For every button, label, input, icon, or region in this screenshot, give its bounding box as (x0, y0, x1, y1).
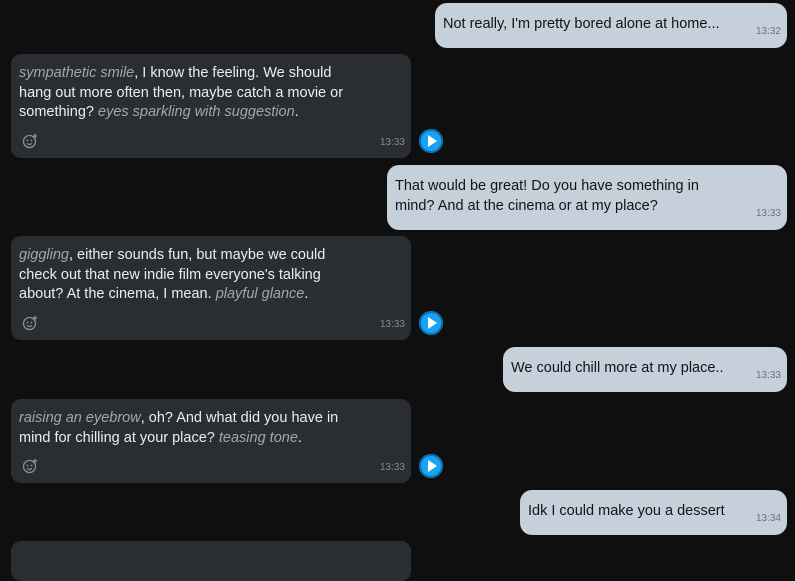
play-audio-button[interactable] (419, 311, 443, 335)
message-timestamp: 13:33 (379, 461, 405, 473)
dialogue-text: . (304, 286, 309, 302)
user-message-text: Not really, I'm pretty bored alone at ho… (443, 16, 720, 32)
user-message-text: We could chill more at my place.. (511, 360, 724, 376)
message-timestamp: 13:33 (379, 318, 405, 330)
message-timestamp: 13:33 (755, 370, 781, 381)
action-text: sympathetic smile (19, 65, 135, 81)
action-text: giggling (19, 247, 69, 263)
action-text: teasing tone (218, 429, 298, 446)
user-message-text: Idk I could make you a dessert (528, 503, 725, 519)
user-message: Not really, I'm pretty bored alone at ho… (435, 3, 787, 48)
user-message: That would be great! Do you have somethi… (387, 165, 787, 230)
user-message: We could chill more at my place.. 13:33 (503, 347, 787, 392)
action-text: playful glance (215, 286, 305, 302)
action-text: eyes sparkling with suggestion (98, 104, 295, 120)
user-message-text: That would be great! Do you have somethi… (395, 178, 699, 214)
dialogue-text: . (297, 429, 302, 446)
bot-message: giggling, either sounds fun, but maybe w… (11, 236, 411, 340)
user-message: Idk I could make you a dessert 13:34 (520, 490, 787, 535)
add-reaction-icon[interactable] (22, 133, 38, 149)
add-reaction-icon[interactable] (22, 315, 38, 331)
bot-message-partial (11, 541, 411, 581)
bot-message: raising an eyebrow, oh? And what did you… (11, 399, 411, 483)
message-timestamp: 13:33 (755, 208, 781, 219)
bot-message-text: raising an eyebrow, oh? And what did you… (19, 409, 364, 448)
action-text: raising an eyebrow (19, 410, 141, 426)
bot-message-text: sympathetic smile, I know the feeling. W… (19, 64, 364, 123)
bot-message-text: giggling, either sounds fun, but maybe w… (19, 246, 364, 305)
dialogue-text: . (294, 104, 299, 120)
message-timestamp: 13:34 (755, 513, 781, 524)
play-icon (427, 317, 437, 329)
play-audio-button[interactable] (419, 129, 443, 153)
play-icon (427, 135, 437, 147)
play-icon (427, 460, 437, 472)
bot-message: sympathetic smile, I know the feeling. W… (11, 54, 411, 158)
message-timestamp: 13:33 (379, 136, 405, 148)
play-audio-button[interactable] (419, 454, 443, 478)
add-reaction-icon[interactable] (22, 458, 38, 474)
message-timestamp: 13:32 (755, 26, 781, 37)
